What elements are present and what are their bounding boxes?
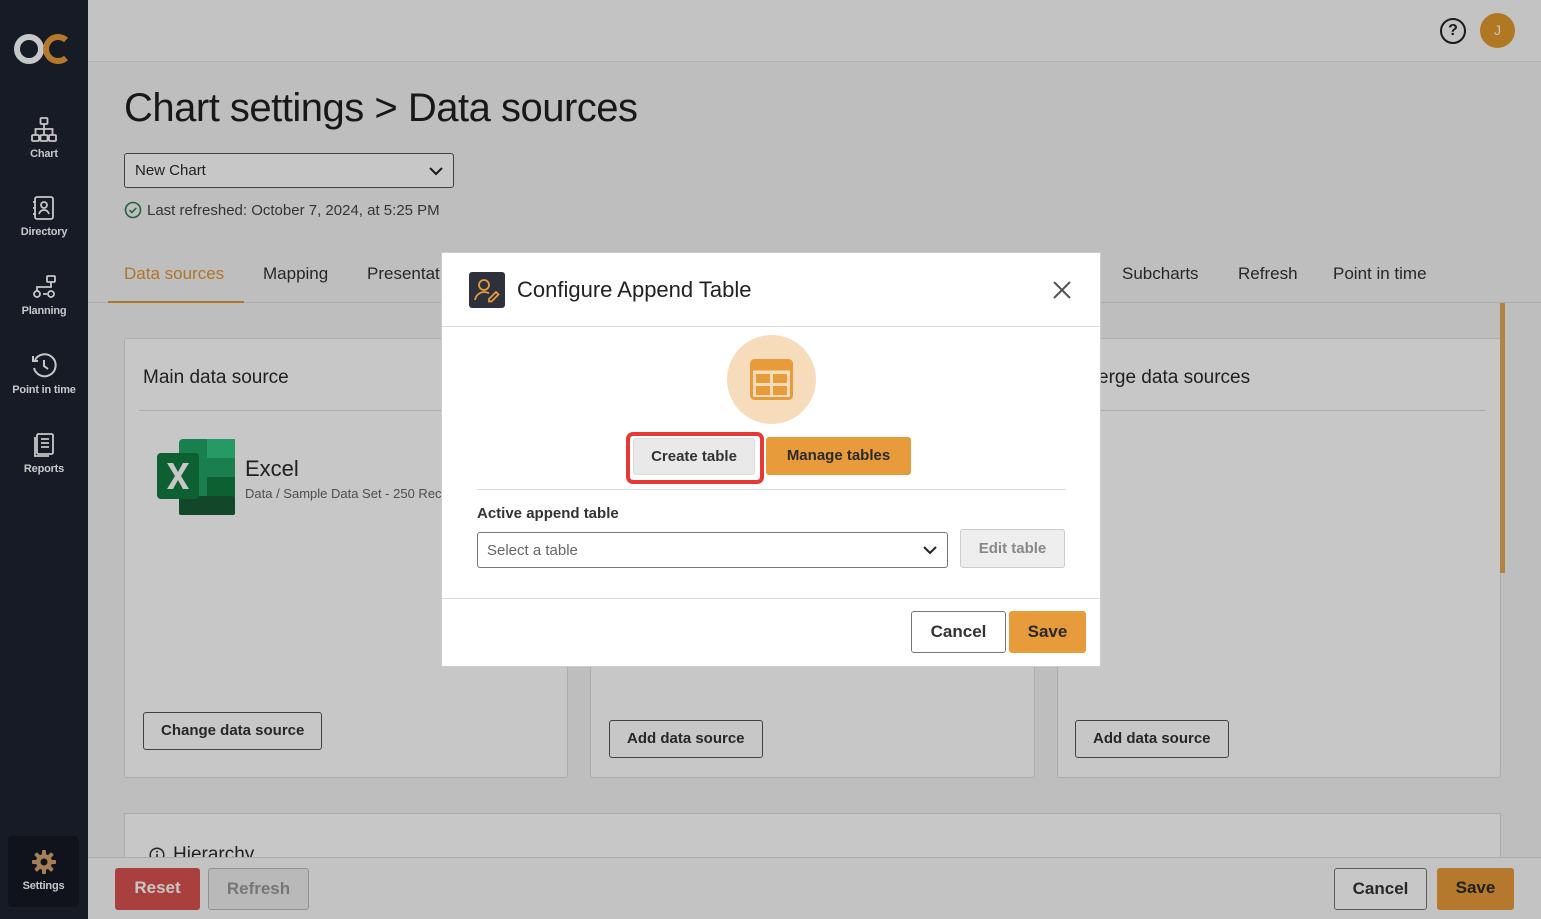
user-edit-icon: [469, 272, 505, 308]
table-icon: [750, 359, 793, 400]
table-illustration: [727, 335, 816, 424]
dialog-header: Configure Append Table: [442, 253, 1100, 327]
manage-tables-button[interactable]: Manage tables: [766, 437, 911, 475]
highlight-outline: [626, 432, 764, 484]
edit-table-button[interactable]: Edit table: [960, 529, 1065, 568]
active-append-table-label: Active append table: [477, 505, 619, 522]
dialog-cancel-button[interactable]: Cancel: [911, 611, 1006, 653]
configure-append-table-dialog: Configure Append Table Create table Mana…: [441, 252, 1101, 667]
divider: [442, 598, 1100, 599]
select-placeholder: Select a table: [487, 542, 578, 559]
chevron-down-icon: [923, 546, 937, 555]
dialog-save-button[interactable]: Save: [1009, 611, 1086, 653]
active-append-table-select[interactable]: Select a table: [477, 532, 948, 568]
divider: [477, 489, 1066, 490]
close-icon[interactable]: [1050, 278, 1074, 302]
dialog-title: Configure Append Table: [517, 277, 752, 302]
